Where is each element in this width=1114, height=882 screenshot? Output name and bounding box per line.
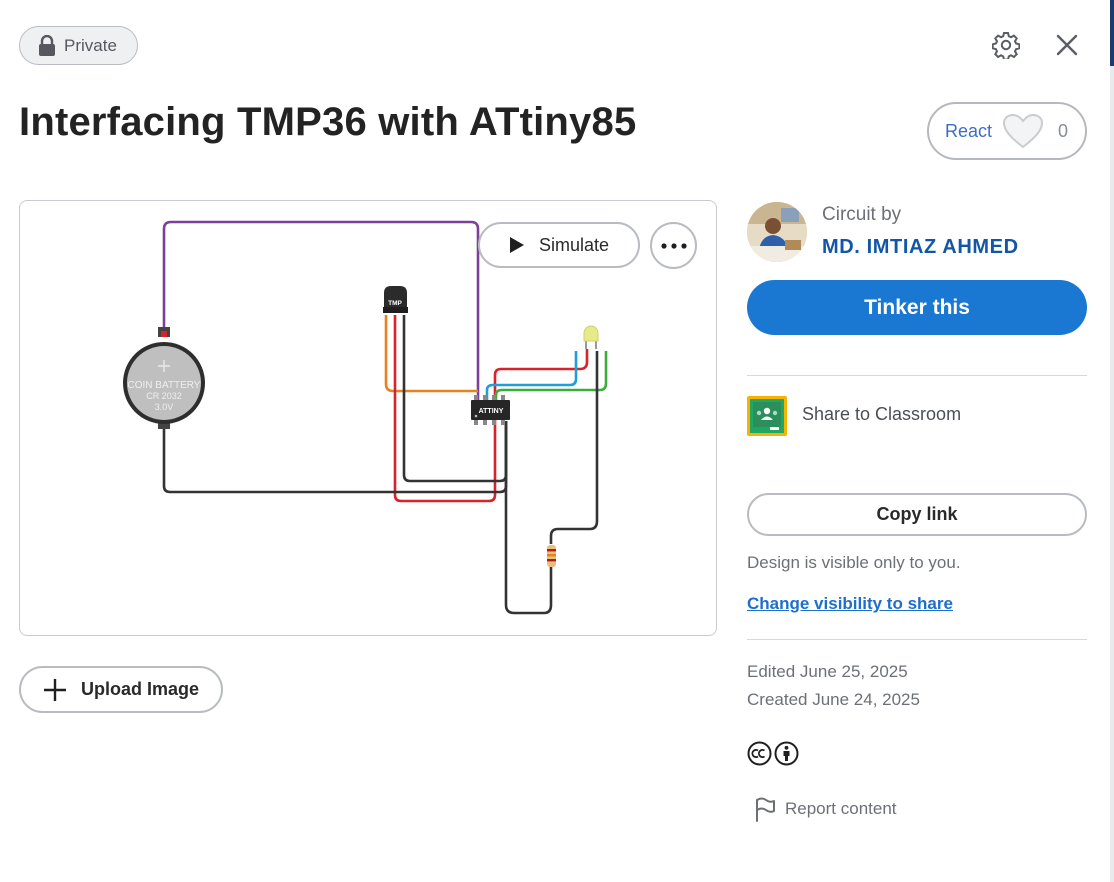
react-count: 0 — [1058, 120, 1069, 141]
react-label: React — [945, 120, 993, 141]
simulate-label: Simulate — [538, 234, 610, 255]
tmp36-sensor: TMP — [383, 286, 408, 313]
window-edge — [1110, 0, 1114, 882]
copy-link-button[interactable]: Copy link — [747, 493, 1087, 536]
share-to-classroom-link[interactable]: Share to Classroom — [802, 404, 961, 425]
wire-black-sensor — [402, 315, 508, 483]
coin-battery: COIN BATTERY CR 2032 3.0V — [123, 327, 205, 429]
wire-blue — [485, 351, 578, 404]
battery-label-line3: 3.0V — [155, 402, 174, 412]
wire-purple — [162, 220, 480, 404]
creative-commons-icon — [747, 741, 772, 766]
resistor — [547, 545, 556, 567]
wire-black-resistor-right — [549, 351, 599, 544]
license-badge[interactable] — [747, 741, 799, 766]
visibility-badge-label: Private — [64, 35, 117, 55]
led — [583, 325, 599, 349]
play-icon — [509, 237, 524, 253]
close-icon — [1056, 34, 1078, 56]
sensor-label: TMP — [388, 300, 402, 307]
wire-green — [494, 351, 608, 404]
google-classroom-icon[interactable] — [747, 396, 787, 436]
created-date: Created June 24, 2025 — [747, 690, 920, 709]
attiny-chip: ATTINY — [471, 395, 510, 425]
wire-black-resistor-left — [504, 421, 553, 615]
author-caption: Circuit by — [822, 204, 902, 225]
attribution-icon — [774, 741, 799, 766]
battery-label-line2: CR 2032 — [146, 391, 182, 401]
edited-date: Edited June 25, 2025 — [747, 662, 908, 681]
avatar-photo — [747, 202, 807, 262]
more-dots-icon — [660, 242, 687, 249]
heart-icon — [1003, 113, 1044, 149]
divider-top — [747, 375, 1087, 376]
plus-icon — [44, 678, 66, 701]
divider-bottom — [747, 639, 1087, 640]
more-options-button[interactable] — [650, 222, 697, 269]
report-content-label: Report content — [785, 799, 897, 818]
lock-icon — [39, 34, 55, 56]
tinker-this-button[interactable]: Tinker this — [747, 280, 1087, 335]
upload-image-label: Upload Image — [81, 679, 200, 699]
wire-orange — [384, 315, 478, 393]
react-button[interactable]: React 0 — [927, 102, 1087, 160]
report-content-link[interactable]: Report content — [753, 796, 897, 822]
author-avatar[interactable] — [747, 202, 807, 262]
change-visibility-link[interactable]: Change visibility to share — [747, 594, 953, 614]
simulate-button[interactable]: Simulate — [478, 222, 640, 268]
author-name-link[interactable]: MD. IMTIAZ AHMED — [822, 236, 1019, 259]
circuit-canvas[interactable]: COIN BATTERY CR 2032 3.0V TMP ATTINY Sim… — [19, 200, 717, 636]
close-button[interactable] — [1049, 27, 1085, 63]
upload-image-button[interactable]: Upload Image — [19, 666, 224, 713]
chip-label: ATTINY — [479, 408, 504, 415]
settings-button[interactable] — [988, 27, 1024, 63]
battery-label-line1: COIN BATTERY — [128, 380, 201, 391]
flag-icon — [756, 797, 775, 822]
page-title: Interfacing TMP36 with ATtiny85 — [19, 100, 637, 144]
window-edge-accent — [1110, 0, 1114, 66]
gear-icon — [992, 32, 1020, 59]
visibility-badge[interactable]: Private — [19, 26, 138, 65]
visibility-note: Design is visible only to you. — [747, 553, 961, 572]
